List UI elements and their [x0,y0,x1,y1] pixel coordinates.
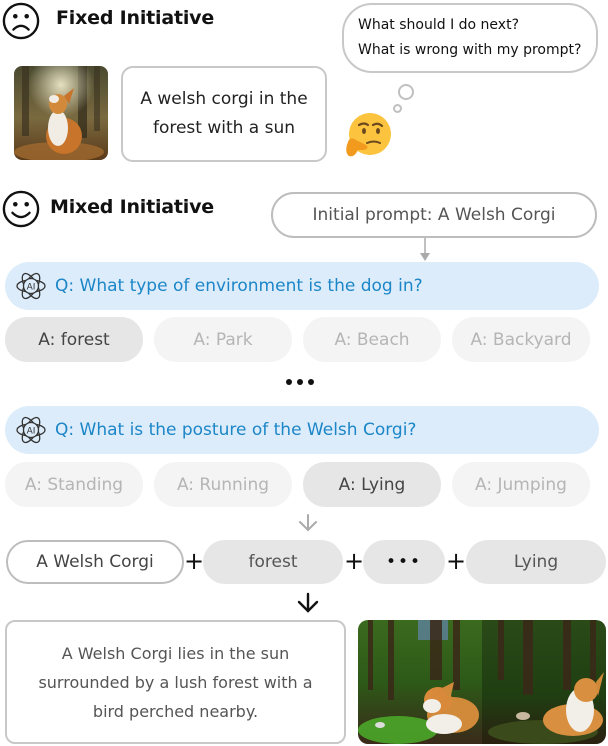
plus-sign: + [446,547,467,575]
plus-sign: + [344,547,365,575]
answer-option-forest[interactable]: A: forest [5,317,143,362]
question-bubble-2: AI Q: What is the posture of the Welsh C… [5,406,599,454]
result-prompt-box: A Welsh Corgi lies in the sun surrounded… [5,620,346,744]
down-arrow-black-icon [297,592,319,613]
answer-option-backyard[interactable]: A: Backyard [452,317,590,362]
fixed-initiative-title: Fixed Initiative [56,7,215,29]
svg-text:AI: AI [27,427,36,437]
answer-option-jumping[interactable]: A: Jumping [452,462,590,507]
mixed-initiative-title: Mixed Initiative [50,196,214,218]
answer-option-park[interactable]: A: Park [154,317,292,362]
composed-part-lying: Lying [466,540,606,584]
down-arrow-gray-icon [299,514,317,532]
fixed-prompt-box: A welsh corgi in the forest with a sun [121,66,327,162]
answer-option-beach[interactable]: A: Beach [303,317,441,362]
thought-dot-small [393,104,402,113]
thinking-face-emoji [346,113,391,157]
generated-images [358,620,606,744]
sad-face-icon [2,2,40,40]
thought-line: What is wrong with my prompt? [358,42,582,58]
thought-dot-large [398,84,414,100]
composed-part-forest: forest [203,540,343,584]
initial-prompt-box: Initial prompt: A Welsh Corgi [271,192,597,238]
smiley-face-icon [2,190,40,228]
answer-option-running[interactable]: A: Running [154,462,292,507]
answer-option-lying[interactable]: A: Lying [303,462,441,507]
thought-line: What should I do next? [358,17,519,33]
plus-sign: + [184,547,205,575]
more-questions-ellipsis [286,379,314,385]
svg-text:AI: AI [27,283,36,293]
corgi-photo [14,66,108,160]
connector-arrow [420,238,430,261]
thought-bubble: What should I do next? What is wrong wit… [342,3,598,73]
question-text: Q: What type of environment is the dog i… [55,276,423,296]
answer-option-standing[interactable]: A: Standing [5,462,143,507]
composed-part-ellipsis: ••• [363,540,445,584]
composed-base-prompt: A Welsh Corgi [6,540,184,584]
question-text: Q: What is the posture of the Welsh Corg… [55,420,417,440]
question-bubble-1: AI Q: What type of environment is the do… [5,262,599,310]
ai-atom-icon: AI [16,272,46,300]
ai-atom-icon: AI [16,416,46,444]
